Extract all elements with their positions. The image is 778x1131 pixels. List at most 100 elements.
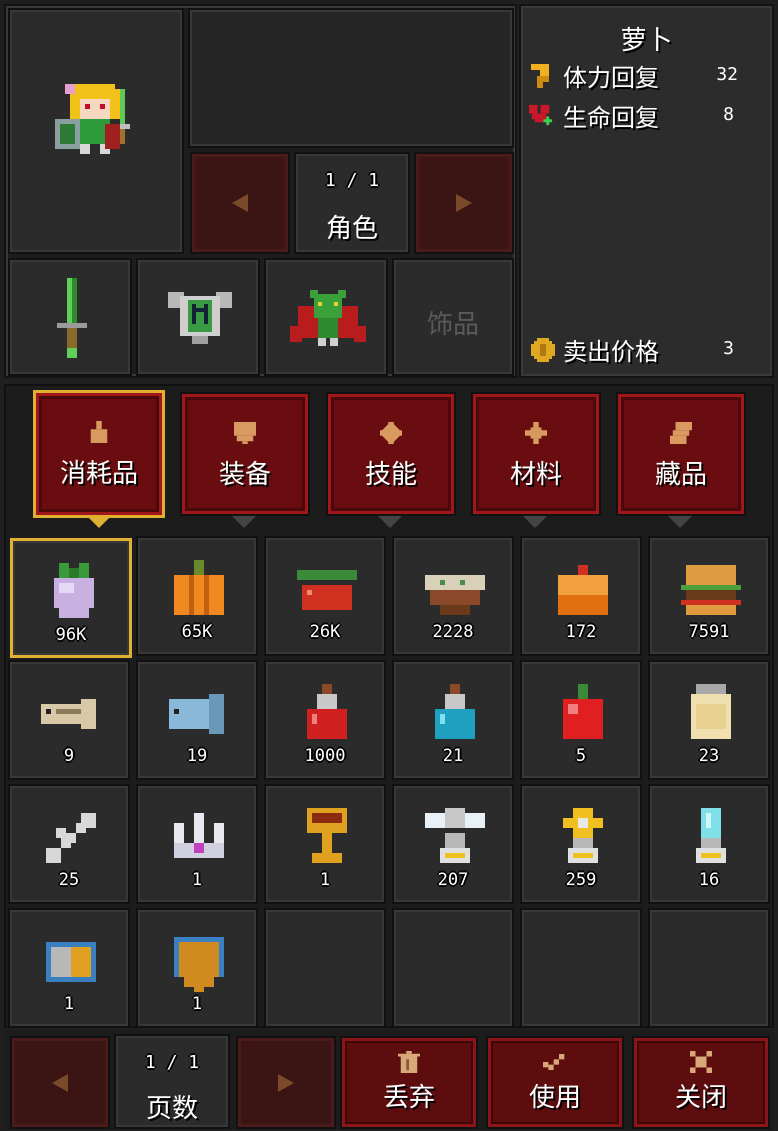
use-label: 使用 — [528, 1083, 581, 1113]
item-count: 1 — [191, 870, 203, 890]
potion-icon — [90, 421, 108, 443]
stat-label-health: 生命回复 — [563, 104, 659, 132]
silver-ingot-icon — [46, 942, 96, 982]
item-name: 萝卜 — [620, 26, 673, 56]
item-count: 1 — [63, 994, 75, 1014]
tab-pointer-active — [87, 516, 111, 528]
tab-consumables[interactable]: 消耗品 — [33, 390, 165, 518]
item-count: 207 — [437, 870, 469, 890]
armor-slot[interactable] — [136, 258, 260, 376]
inventory-slot[interactable]: 5 — [520, 660, 642, 780]
item-count: 26K — [309, 622, 341, 642]
item-count: 25 — [58, 870, 80, 890]
jar-icon — [691, 684, 731, 739]
tab-label: 装备 — [218, 460, 271, 490]
page-label: 页数 — [145, 1094, 198, 1124]
blue-potion-icon — [435, 684, 475, 739]
green-sword-icon — [57, 278, 87, 358]
character-prev-button[interactable] — [190, 152, 290, 254]
character-sprite-icon — [55, 84, 130, 154]
item-count: 5 — [575, 746, 587, 766]
inventory-slot[interactable]: 96K — [10, 538, 132, 658]
inventory-slot-empty[interactable] — [264, 908, 386, 1028]
inventory-slot[interactable]: 7591 — [648, 536, 770, 656]
item-count: 1 — [319, 870, 331, 890]
discard-label: 丢弃 — [382, 1083, 435, 1113]
inventory-slot[interactable]: 9 — [8, 660, 130, 780]
character-label: 角色 — [325, 214, 378, 244]
armor-icon — [168, 292, 232, 344]
shield-icon — [234, 422, 256, 444]
weapon-slot[interactable] — [8, 258, 132, 376]
page-box: 1 / 1 页数 — [114, 1034, 230, 1129]
stamina-icon — [531, 64, 549, 88]
item-info-panel: 萝卜 体力回复 32 生命回复 8 卖出价格 3 — [519, 4, 774, 378]
tab-pointer — [523, 516, 547, 528]
item-count: 21 — [442, 746, 464, 766]
winged-trophy-icon — [425, 808, 485, 863]
inventory-slot[interactable]: 1 — [264, 784, 386, 904]
inventory-slot[interactable]: 19 — [136, 660, 258, 780]
page-prev-button[interactable] — [10, 1036, 110, 1129]
inventory-slot[interactable]: 1 — [136, 908, 258, 1028]
tab-skills[interactable]: 技能 — [326, 392, 456, 516]
inventory-slot[interactable]: 1 — [136, 784, 258, 904]
discard-button[interactable]: 丢弃 — [340, 1036, 478, 1129]
tab-pointer — [668, 516, 692, 528]
inventory-slot[interactable]: 25 — [8, 784, 130, 904]
page-indicator: 1 / 1 — [144, 1052, 200, 1073]
accessory-slot[interactable]: 饰品 — [392, 258, 514, 376]
gold-shield-icon — [174, 937, 224, 992]
item-count: 172 — [565, 622, 597, 642]
inventory-slot[interactable]: 16 — [648, 784, 770, 904]
inventory-slot-empty[interactable] — [520, 908, 642, 1028]
accessory-label: 饰品 — [426, 310, 479, 340]
tab-label: 技能 — [364, 460, 417, 490]
sell-price-value: 3 — [723, 338, 734, 359]
cape-slot[interactable] — [264, 258, 388, 376]
item-count: 259 — [565, 870, 597, 890]
tab-materials[interactable]: 材料 — [471, 392, 601, 516]
inventory-slot[interactable]: 259 — [520, 784, 642, 904]
inventory-slot[interactable]: 23 — [648, 660, 770, 780]
heart-plus-icon — [529, 104, 553, 126]
use-button[interactable]: 使用 — [486, 1036, 624, 1129]
inventory-slot[interactable]: 2228 — [392, 536, 514, 656]
inventory-slot[interactable]: 26K — [264, 536, 386, 656]
pumpkin-icon — [174, 560, 224, 615]
inventory-slot[interactable]: 65K — [136, 536, 258, 656]
stat-value-stamina: 32 — [716, 64, 738, 85]
inventory-slot[interactable]: 1 — [8, 908, 130, 1028]
item-count: 16 — [698, 870, 720, 890]
item-count: 23 — [698, 746, 720, 766]
inventory-slot[interactable]: 1000 — [264, 660, 386, 780]
page-next-button[interactable] — [236, 1036, 336, 1129]
arrow-left-icon — [232, 194, 248, 212]
arrow-right-icon — [456, 194, 472, 212]
stat-label-stamina: 体力回复 — [563, 64, 659, 92]
inventory-slot[interactable]: 172 — [520, 536, 642, 656]
crown-icon — [174, 813, 224, 858]
tab-collections[interactable]: 藏品 — [616, 392, 746, 516]
stat-value-health: 8 — [723, 104, 734, 125]
checkmark-icon — [543, 1054, 565, 1070]
item-count: 9 — [63, 746, 75, 766]
inventory-slot[interactable]: 21 — [392, 660, 514, 780]
goblin-cape-icon — [290, 290, 366, 346]
close-label: 关闭 — [674, 1083, 727, 1113]
inventory-slot-empty[interactable] — [648, 908, 770, 1028]
diamond-icon — [380, 422, 402, 444]
tab-label: 藏品 — [654, 460, 707, 490]
scroll-icon — [670, 422, 692, 444]
item-count: 65K — [181, 622, 213, 642]
close-icon — [690, 1051, 712, 1073]
inventory-slot-empty[interactable] — [392, 908, 514, 1028]
inventory-slot[interactable]: 207 — [392, 784, 514, 904]
tab-equipment[interactable]: 装备 — [180, 392, 310, 516]
blue-fish-icon — [169, 694, 224, 734]
character-portrait-slot[interactable] — [8, 8, 184, 254]
red-potion-icon — [307, 684, 347, 739]
arrow-right-icon — [278, 1073, 294, 1092]
close-button[interactable]: 关闭 — [632, 1036, 770, 1129]
character-next-button[interactable] — [414, 152, 514, 254]
